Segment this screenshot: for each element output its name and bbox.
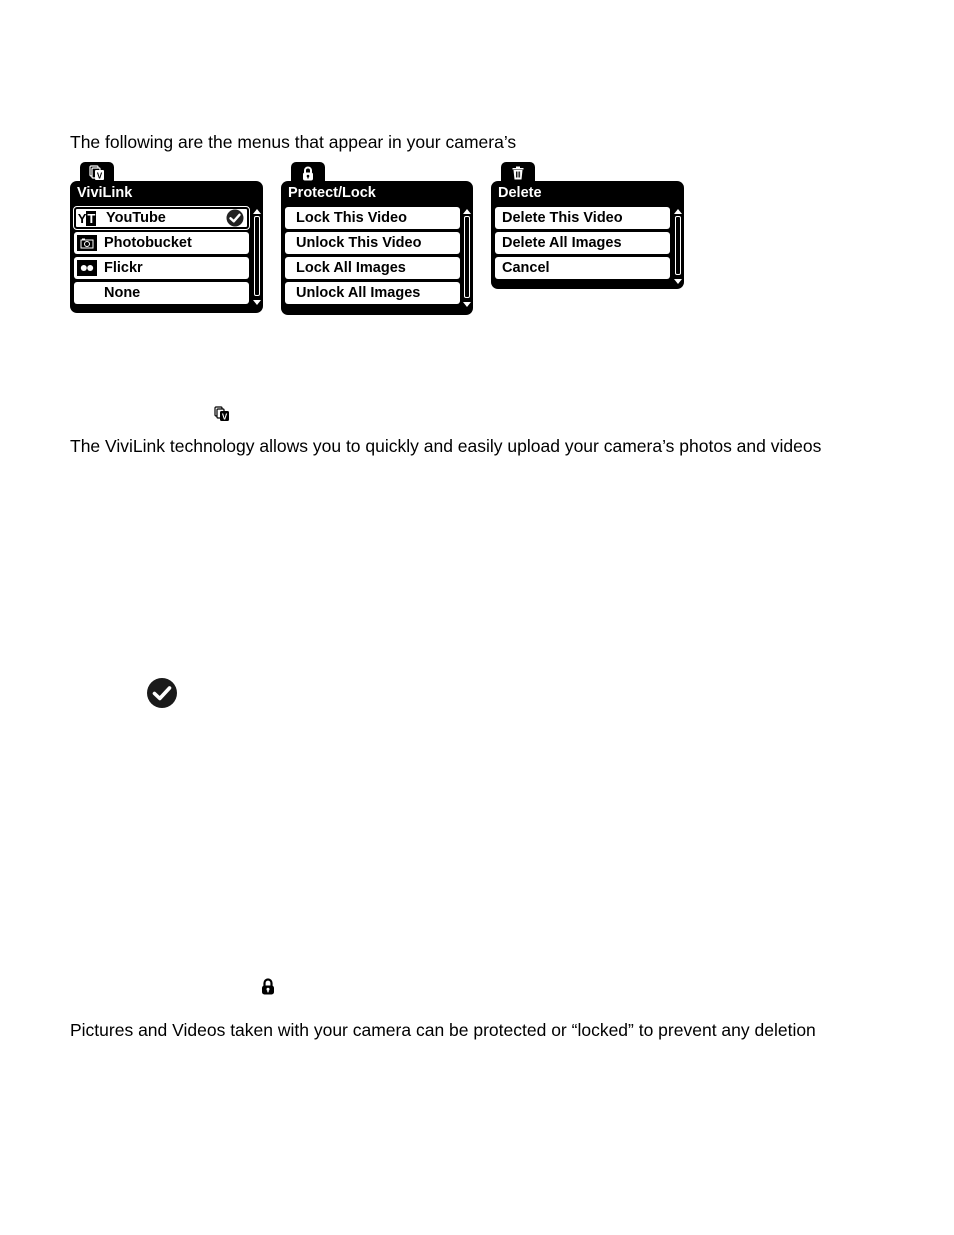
menu-item-label: Delete This Video bbox=[502, 210, 623, 226]
vivilink-icon: V bbox=[214, 406, 229, 422]
menu-item-delete-this-video[interactable]: Delete This Video bbox=[495, 207, 670, 229]
menu-item-label: Photobucket bbox=[104, 235, 192, 251]
menu-item-photobucket[interactable]: Photobucket bbox=[74, 232, 249, 254]
menu-item-none[interactable]: None bbox=[74, 282, 249, 304]
menu-item-unlock-this-video[interactable]: Unlock This Video bbox=[285, 232, 460, 254]
flickr-icon bbox=[77, 260, 97, 276]
scroll-track[interactable] bbox=[675, 216, 681, 275]
svg-text:V: V bbox=[97, 172, 103, 181]
youtube-icon: YT bbox=[77, 210, 97, 226]
trash-icon bbox=[512, 166, 524, 180]
scrollbar[interactable] bbox=[253, 209, 261, 305]
scroll-up-arrow-icon[interactable] bbox=[253, 209, 261, 214]
menu-title: Delete bbox=[498, 185, 542, 201]
scroll-up-arrow-icon[interactable] bbox=[463, 209, 471, 214]
menu-item-label: Cancel bbox=[502, 260, 550, 276]
scroll-track[interactable] bbox=[464, 216, 470, 298]
scroll-down-arrow-icon[interactable] bbox=[463, 302, 471, 307]
menu-item-label: None bbox=[104, 285, 141, 301]
protect-description: Pictures and Videos taken with your came… bbox=[70, 1020, 816, 1040]
scroll-down-arrow-icon[interactable] bbox=[253, 300, 261, 305]
menu-item-label: Delete All Images bbox=[502, 235, 622, 251]
menu-item-unlock-all-images[interactable]: Unlock All Images bbox=[285, 282, 460, 304]
lock-icon bbox=[262, 978, 274, 995]
svg-text:V: V bbox=[222, 413, 228, 422]
scrollbar[interactable] bbox=[463, 209, 471, 307]
menu-item-label: Lock This Video bbox=[296, 210, 407, 226]
intro-text: The following are the menus that appear … bbox=[70, 132, 517, 152]
scroll-track[interactable] bbox=[254, 216, 260, 296]
menu-item-delete-all-images[interactable]: Delete All Images bbox=[495, 232, 670, 254]
menu-item-lock-this-video[interactable]: Lock This Video bbox=[285, 207, 460, 229]
scroll-up-arrow-icon[interactable] bbox=[674, 209, 682, 214]
menu-item-label: YouTube bbox=[106, 210, 166, 226]
menu-item-label: Unlock All Images bbox=[296, 285, 421, 301]
vivilink-description: The ViviLink technology allows you to qu… bbox=[70, 436, 822, 456]
photobucket-icon bbox=[77, 235, 97, 251]
checkmark-circle-icon bbox=[226, 209, 244, 227]
scroll-down-arrow-icon[interactable] bbox=[674, 279, 682, 284]
menu-item-youtube[interactable]: YT YouTube bbox=[73, 206, 250, 230]
vivilink-icon: V bbox=[89, 165, 104, 181]
lock-icon bbox=[303, 166, 313, 180]
menu-item-label: Lock All Images bbox=[296, 260, 406, 276]
menu-title: ViviLink bbox=[77, 185, 133, 201]
menu-title: Protect/Lock bbox=[288, 185, 376, 201]
checkmark-circle-icon bbox=[147, 678, 177, 708]
scrollbar[interactable] bbox=[674, 209, 682, 284]
menu-item-cancel[interactable]: Cancel bbox=[495, 257, 670, 279]
menu-item-flickr[interactable]: Flickr bbox=[74, 257, 249, 279]
menu-item-lock-all-images[interactable]: Lock All Images bbox=[285, 257, 460, 279]
menu-item-label: Unlock This Video bbox=[296, 235, 422, 251]
menu-item-label: Flickr bbox=[104, 260, 143, 276]
